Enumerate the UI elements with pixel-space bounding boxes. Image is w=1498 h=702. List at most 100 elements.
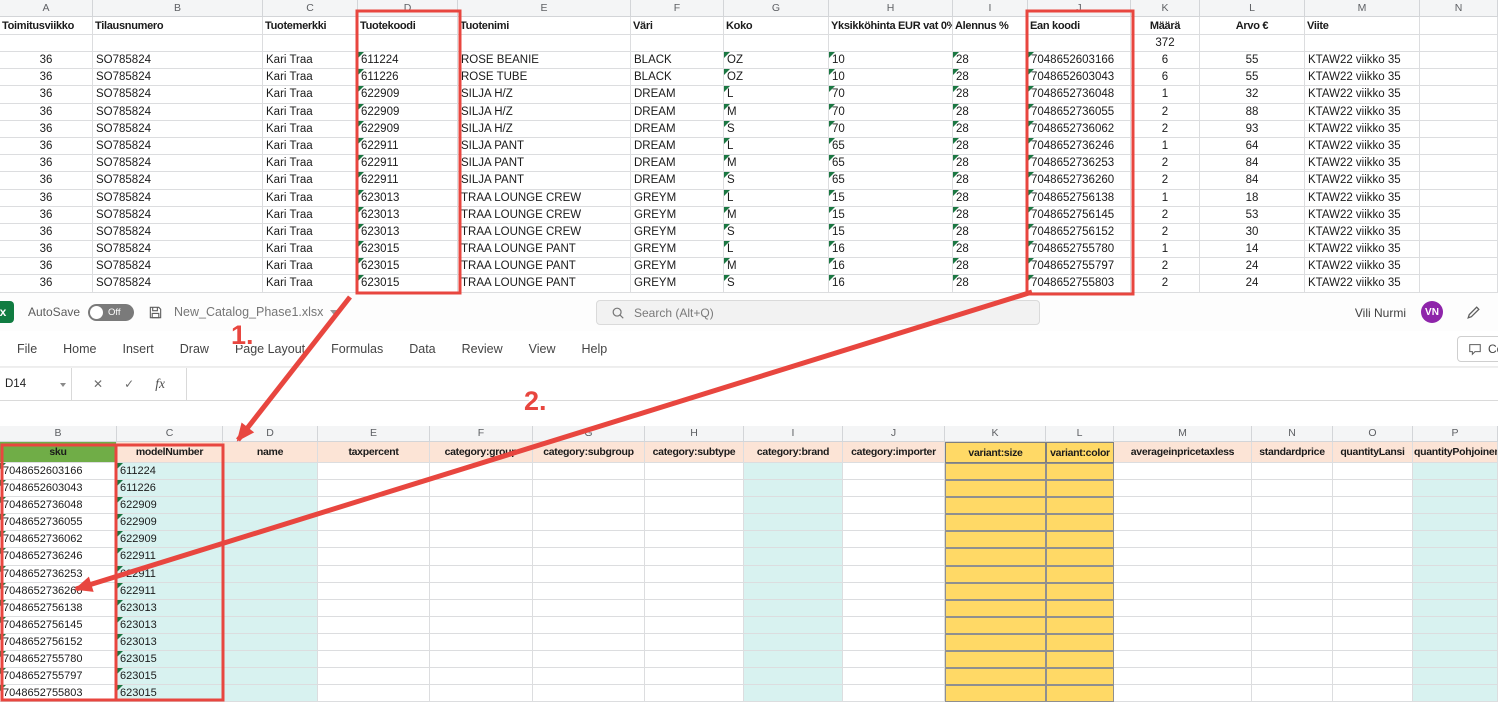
grid-cell[interactable]: L	[724, 241, 829, 258]
column-header[interactable]: Tuotenimi	[458, 17, 631, 35]
column-header[interactable]: Tuotemerkki	[263, 17, 358, 35]
save-icon[interactable]	[148, 305, 163, 320]
grid-cell[interactable]	[1333, 634, 1413, 651]
grid-cell[interactable]	[223, 463, 318, 480]
grid-cell[interactable]	[744, 583, 843, 600]
column-letter[interactable]: D	[223, 426, 318, 442]
column-letter[interactable]: A	[0, 0, 93, 17]
grid-cell[interactable]	[1252, 480, 1333, 497]
grid-cell[interactable]: 611224	[117, 463, 223, 480]
grid-cell[interactable]: 15	[829, 224, 953, 241]
grid-cell[interactable]	[318, 514, 430, 531]
grid-cell[interactable]	[843, 685, 945, 702]
grid-cell[interactable]	[223, 514, 318, 531]
grid-cell[interactable]	[1114, 463, 1252, 480]
grid-cell[interactable]: 2	[1131, 275, 1200, 292]
grid-cell[interactable]	[1420, 241, 1498, 258]
grid-cell[interactable]: 622911	[117, 548, 223, 565]
grid-cell[interactable]	[223, 583, 318, 600]
grid-cell[interactable]	[1114, 685, 1252, 702]
grid-cell[interactable]	[430, 480, 533, 497]
grid-cell[interactable]	[1413, 531, 1498, 548]
enter-icon[interactable]: ✓	[124, 377, 134, 391]
column-header[interactable]: Tilausnumero	[93, 17, 263, 35]
grid-cell[interactable]: 2	[1131, 121, 1200, 138]
column-letter[interactable]: K	[945, 426, 1046, 442]
grid-cell[interactable]	[1046, 600, 1114, 617]
grid-cell[interactable]: 64	[1200, 138, 1305, 155]
grid-cell[interactable]: 36	[0, 258, 93, 275]
grid-cell[interactable]: SO785824	[93, 104, 263, 121]
grid-cell[interactable]	[1413, 566, 1498, 583]
grid-cell[interactable]	[744, 497, 843, 514]
grid-cell[interactable]	[645, 497, 744, 514]
grid-cell[interactable]	[1046, 617, 1114, 634]
grid-cell[interactable]: 611226	[117, 480, 223, 497]
grid-cell[interactable]	[1046, 514, 1114, 531]
grid-cell[interactable]: 55	[1200, 52, 1305, 69]
grid-cell[interactable]	[945, 617, 1046, 634]
grid-cell[interactable]	[1420, 121, 1498, 138]
grid-cell[interactable]: 18	[1200, 190, 1305, 207]
column-letter[interactable]: O	[1333, 426, 1413, 442]
grid-cell[interactable]: Kari Traa	[263, 69, 358, 86]
grid-cell[interactable]	[1114, 566, 1252, 583]
grid-cell[interactable]: 65	[829, 172, 953, 189]
grid-cell[interactable]	[945, 668, 1046, 685]
grid-cell[interactable]: 15	[829, 190, 953, 207]
ribbon-tab-view[interactable]: View	[516, 331, 569, 367]
grid-cell[interactable]: 2	[1131, 224, 1200, 241]
column-letter[interactable]: P	[1413, 426, 1498, 442]
grid-cell[interactable]: SO785824	[93, 86, 263, 103]
grid-cell[interactable]: Kari Traa	[263, 121, 358, 138]
grid-cell[interactable]: 622909	[358, 86, 458, 103]
grid-cell[interactable]	[223, 480, 318, 497]
insert-function-icon[interactable]: fx	[155, 376, 165, 392]
grid-cell[interactable]	[318, 583, 430, 600]
grid-cell[interactable]	[1114, 583, 1252, 600]
grid-cell[interactable]: 28	[953, 190, 1028, 207]
grid-cell[interactable]	[430, 583, 533, 600]
column-header[interactable]: quantityLansi	[1333, 442, 1413, 463]
grid-cell[interactable]	[1114, 531, 1252, 548]
grid-cell[interactable]: 15	[829, 207, 953, 224]
grid-cell[interactable]	[945, 480, 1046, 497]
grid-cell[interactable]	[430, 497, 533, 514]
column-letter[interactable]: G	[533, 426, 645, 442]
grid-cell[interactable]: 623013	[358, 207, 458, 224]
grid-cell[interactable]	[430, 617, 533, 634]
column-header[interactable]: taxpercent	[318, 442, 430, 463]
grid-cell[interactable]: 84	[1200, 172, 1305, 189]
grid-cell[interactable]	[318, 617, 430, 634]
column-header[interactable]: name	[223, 442, 318, 463]
grid-cell[interactable]: ROSE TUBE	[458, 69, 631, 86]
grid-cell[interactable]: 7048652756152	[1028, 224, 1131, 241]
grid-cell[interactable]	[645, 566, 744, 583]
grid-cell[interactable]	[318, 668, 430, 685]
grid-cell[interactable]	[318, 463, 430, 480]
grid-cell[interactable]: SILJA H/Z	[458, 121, 631, 138]
grid-cell[interactable]: M	[724, 104, 829, 121]
grid-cell[interactable]	[945, 497, 1046, 514]
grid-cell[interactable]: 1	[1131, 86, 1200, 103]
grid-cell[interactable]	[843, 531, 945, 548]
grid-cell[interactable]: SO785824	[93, 207, 263, 224]
grid-cell[interactable]: 70	[829, 86, 953, 103]
grid-cell[interactable]: 7048652736246	[1028, 138, 1131, 155]
column-letter[interactable]: K	[1131, 0, 1200, 17]
grid-cell[interactable]	[744, 651, 843, 668]
grid-cell[interactable]: GREYM	[631, 207, 724, 224]
grid-cell[interactable]: Kari Traa	[263, 172, 358, 189]
grid-cell[interactable]: OZ	[724, 69, 829, 86]
grid-cell[interactable]: Kari Traa	[263, 275, 358, 292]
grid-cell[interactable]: 611226	[358, 69, 458, 86]
grid-cell[interactable]: DREAM	[631, 138, 724, 155]
grid-cell[interactable]: DREAM	[631, 86, 724, 103]
column-header[interactable]: Yksikköhinta EUR vat 0%	[829, 17, 953, 35]
grid-cell[interactable]	[1046, 480, 1114, 497]
grid-cell[interactable]: 65	[829, 155, 953, 172]
grid-cell[interactable]	[645, 514, 744, 531]
grid-cell[interactable]	[1420, 155, 1498, 172]
grid-cell[interactable]: 10	[829, 52, 953, 69]
grid-cell[interactable]	[1028, 35, 1131, 52]
